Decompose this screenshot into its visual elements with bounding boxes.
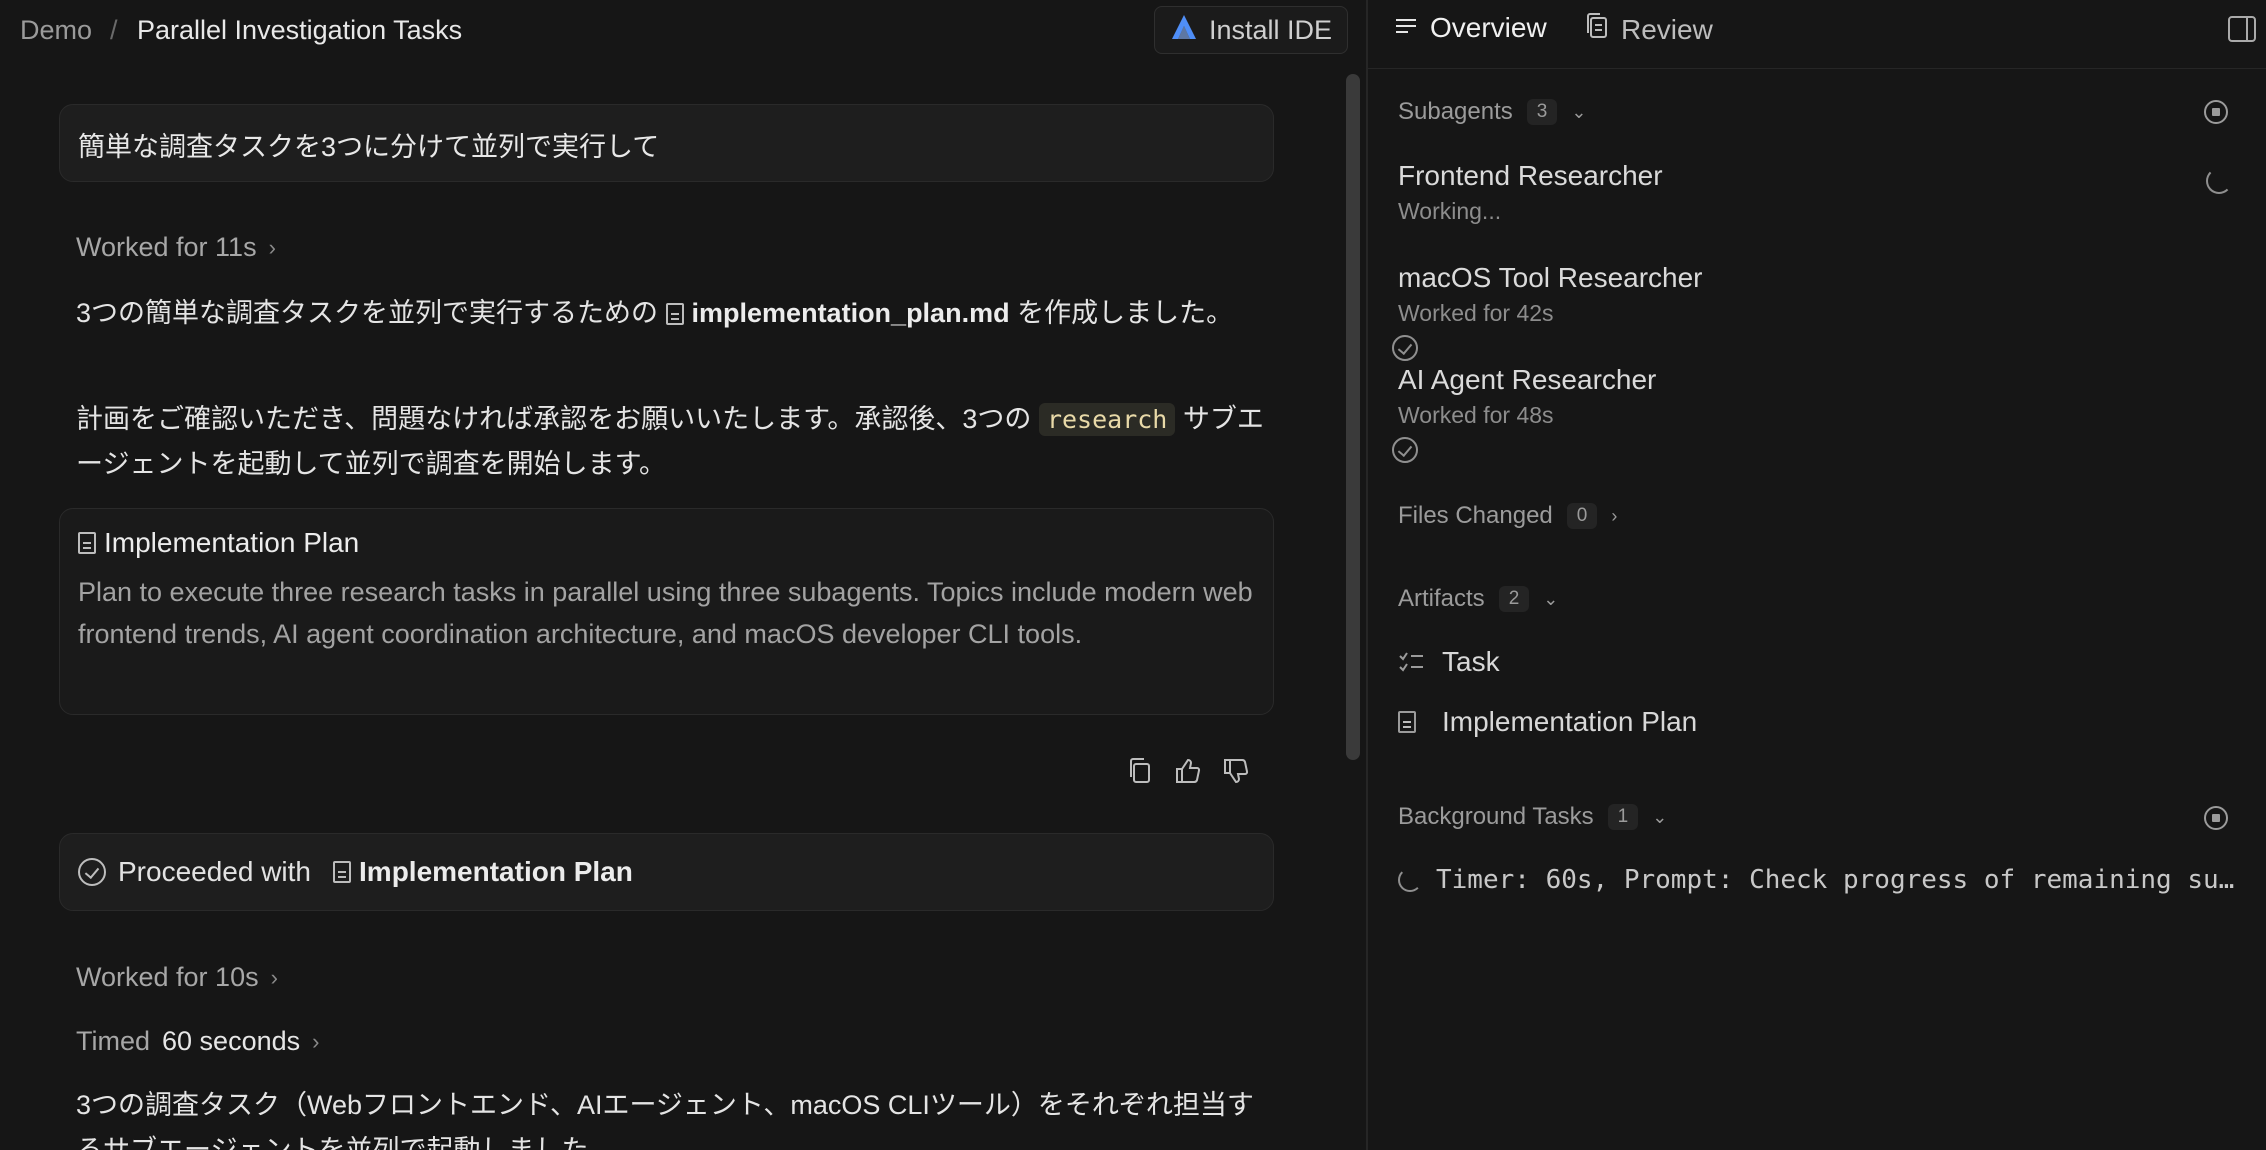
user-message: 簡単な調査タスクを3つに分けて並列で実行して xyxy=(59,104,1274,182)
artifact-item-task[interactable]: Task xyxy=(1398,646,1500,678)
background-task-item[interactable]: Timer: 60s, Prompt: Check progress of re… xyxy=(1398,865,2238,895)
spinner-icon xyxy=(1398,868,1422,892)
subagent-item[interactable]: macOS Tool Researcher Worked for 42s xyxy=(1392,262,2238,361)
artifact-name: Task xyxy=(1442,646,1500,677)
artifact-name: Implementation Plan xyxy=(1442,706,1698,737)
implementation-plan-card[interactable]: Implementation Plan Plan to execute thre… xyxy=(59,508,1274,715)
thumbs-down-icon[interactable] xyxy=(1222,756,1250,786)
files-changed-count-badge: 0 xyxy=(1566,503,1598,529)
stop-background-tasks-icon[interactable] xyxy=(2204,806,2228,830)
timed-label: Timed xyxy=(76,1026,151,1056)
subagents-label: Subagents xyxy=(1398,98,1513,125)
assistant-paragraph-3: 3つの調査タスク（Webフロントエンド、AIエージェント、macOS CLIツー… xyxy=(76,1090,1254,1150)
stop-subagents-icon[interactable] xyxy=(2204,100,2228,124)
plan-card-title: Implementation Plan xyxy=(78,527,1255,559)
assistant-paragraph-2: 計画をご確認いただき、問題なければ承認をお願いいたします。承認後、3つの res… xyxy=(76,397,1276,487)
subagents-header[interactable]: Subagents 3 ⌄ xyxy=(1398,98,1586,126)
top-bar: Demo / Parallel Investigation Tasks Inst… xyxy=(0,0,1366,60)
subagent-item[interactable]: Frontend Researcher Working... xyxy=(1398,160,2238,225)
paragraph-text: 計画をご確認いただき、問題なければ承認をお願いいたします。承認後、3つの xyxy=(76,404,1032,434)
artifacts-count-badge: 2 xyxy=(1498,586,1530,612)
copy-icon[interactable] xyxy=(1126,756,1154,786)
panel-tabs: Overview Review xyxy=(1368,0,2266,69)
tab-review[interactable]: Review xyxy=(1585,12,1713,47)
worked-label: Worked for 10s xyxy=(76,962,259,992)
document-icon xyxy=(78,532,96,554)
chevron-right-icon: › xyxy=(312,1028,320,1054)
plan-card-title-text: Implementation Plan xyxy=(104,527,360,558)
ide-logo-icon xyxy=(1169,13,1199,48)
background-tasks-count-badge: 1 xyxy=(1607,804,1639,830)
timed-toggle[interactable]: Timed 60 seconds › xyxy=(76,1026,319,1057)
overview-panel: Overview Review Subagents 3 ⌄ Frontend R… xyxy=(1366,0,2266,1150)
document-icon xyxy=(665,303,684,325)
proceeded-banner: Proceeded with Implementation Plan xyxy=(59,833,1274,911)
paragraph-text: を作成しました。 xyxy=(1017,298,1234,328)
inline-code: research xyxy=(1038,403,1176,436)
timed-value: 60 seconds xyxy=(162,1026,301,1056)
subagent-name: Frontend Researcher xyxy=(1398,160,1663,191)
document-icon xyxy=(1398,711,1416,733)
app-root: Demo / Parallel Investigation Tasks Inst… xyxy=(0,0,2266,1150)
subagents-count-badge: 3 xyxy=(1526,99,1558,125)
spinner-icon xyxy=(2206,168,2232,194)
artifact-item-plan[interactable]: Implementation Plan xyxy=(1398,706,1697,738)
install-ide-label: Install IDE xyxy=(1209,14,1333,45)
panel-toggle-icon[interactable] xyxy=(2228,16,2256,42)
worked-label: Worked for 11s xyxy=(76,232,257,262)
chat-pane: Demo / Parallel Investigation Tasks Inst… xyxy=(0,0,1366,1150)
list-icon xyxy=(1394,12,1418,44)
chevron-right-icon: › xyxy=(1611,505,1618,526)
message-actions xyxy=(1126,756,1250,786)
tab-review-label: Review xyxy=(1621,13,1713,45)
breadcrumb-separator: / xyxy=(110,15,118,45)
tab-overview-label: Overview xyxy=(1430,12,1547,43)
chevron-down-icon: ⌄ xyxy=(1652,806,1668,827)
check-circle-icon xyxy=(1392,335,1418,361)
file-link[interactable]: implementation_plan.md xyxy=(665,298,1010,328)
background-tasks-label: Background Tasks xyxy=(1398,803,1594,830)
file-link-label: implementation_plan.md xyxy=(691,298,1010,328)
subagent-name: macOS Tool Researcher xyxy=(1398,262,1703,293)
document-icon xyxy=(333,861,352,883)
check-circle-icon xyxy=(78,858,106,886)
checklist-icon xyxy=(1398,649,1424,675)
thumbs-up-icon[interactable] xyxy=(1174,756,1202,786)
subagent-status: Worked for 42s xyxy=(1398,300,1554,326)
files-changed-label: Files Changed xyxy=(1398,502,1553,529)
review-icon xyxy=(1585,12,1609,47)
page-title: Parallel Investigation Tasks xyxy=(137,15,463,45)
paragraph-text: 3つの簡単な調査タスクを並列で実行するための xyxy=(76,298,659,328)
files-changed-header[interactable]: Files Changed 0 › xyxy=(1398,502,1617,530)
worked-toggle-2[interactable]: Worked for 10s › xyxy=(76,962,278,993)
tab-overview[interactable]: Overview xyxy=(1394,12,1547,44)
artifacts-label: Artifacts xyxy=(1398,585,1485,612)
background-tasks-header[interactable]: Background Tasks 1 ⌄ xyxy=(1398,803,1667,831)
subagent-item[interactable]: AI Agent Researcher Worked for 48s xyxy=(1392,364,2238,463)
worked-toggle-1[interactable]: Worked for 11s › xyxy=(76,232,276,263)
background-task-text: Timer: 60s, Prompt: Check progress of re… xyxy=(1436,865,2236,895)
plan-link[interactable]: Implementation Plan xyxy=(333,856,633,888)
scrollbar[interactable] xyxy=(1346,74,1360,760)
plan-card-description: Plan to execute three research tasks in … xyxy=(78,577,1253,649)
plan-link-label: Implementation Plan xyxy=(359,856,633,887)
subagent-status: Worked for 48s xyxy=(1398,402,1554,428)
assistant-paragraph-1: 3つの簡単な調査タスクを並列で実行するための implementation_pl… xyxy=(76,291,1276,336)
chevron-down-icon: ⌄ xyxy=(1571,101,1587,122)
subagent-status: Working... xyxy=(1398,198,1502,224)
chevron-right-icon: › xyxy=(270,964,278,990)
chevron-right-icon: › xyxy=(268,234,276,260)
artifacts-header[interactable]: Artifacts 2 ⌄ xyxy=(1398,585,1558,613)
install-ide-button[interactable]: Install IDE xyxy=(1154,6,1348,54)
breadcrumb-root[interactable]: Demo xyxy=(20,14,92,46)
proceeded-label: Proceeded with xyxy=(118,856,312,887)
check-circle-icon xyxy=(1392,437,1418,463)
subagent-name: AI Agent Researcher xyxy=(1398,364,1657,395)
chevron-down-icon: ⌄ xyxy=(1543,588,1559,609)
